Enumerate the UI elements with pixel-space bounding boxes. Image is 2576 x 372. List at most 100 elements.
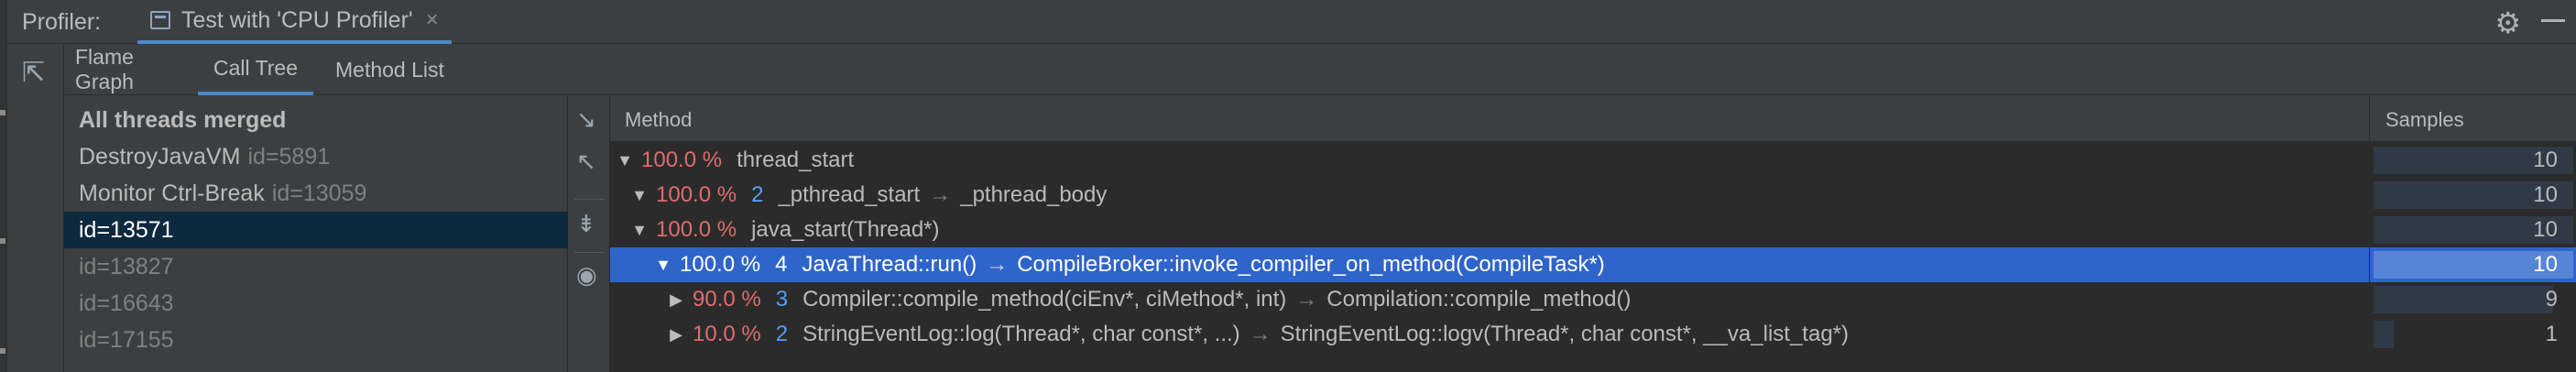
- minimize-icon[interactable]: [2541, 19, 2565, 22]
- arrow-right-icon: →: [986, 252, 1009, 277]
- thread-name: DestroyJavaVM: [79, 143, 241, 170]
- table-row[interactable]: ▼ 100.0 % java_start(Thread*) 10: [610, 213, 2576, 247]
- thread-list: All threads merged DestroyJavaVM id=5891…: [64, 96, 568, 372]
- profiler-session-tab[interactable]: Test with 'CPU Profiler' ×: [137, 0, 452, 44]
- samples-bar: [2374, 286, 2553, 313]
- tab-label: Test with 'CPU Profiler': [181, 6, 413, 33]
- thread-item-selected[interactable]: id=13571: [64, 212, 568, 248]
- tab-flame-graph[interactable]: Flame Graph: [75, 44, 185, 95]
- expand-toggle-icon[interactable]: ▶: [665, 325, 687, 345]
- thread-name: id=16643: [79, 290, 174, 316]
- column-divider[interactable]: [2369, 96, 2370, 142]
- collapse-all-icon[interactable]: ↖: [576, 148, 596, 176]
- call-count: 4: [775, 252, 788, 277]
- call-count: 3: [775, 287, 789, 312]
- merge-icon[interactable]: ⇟: [576, 210, 596, 238]
- method-cell: ▼ 100.0 % 4 JavaThread::run() → CompileB…: [610, 247, 2369, 282]
- export-icon[interactable]: ⇱: [22, 57, 45, 89]
- gear-icon[interactable]: ⚙: [2494, 5, 2521, 40]
- method-cell: ▼ 100.0 % thread_start: [610, 143, 2369, 178]
- tab-label: Call Tree: [213, 55, 299, 80]
- expand-toggle-icon[interactable]: ▼: [628, 221, 650, 240]
- expand-toggle-icon[interactable]: ▶: [665, 290, 687, 310]
- thread-name: id=13827: [79, 253, 174, 279]
- close-icon[interactable]: ×: [426, 7, 439, 33]
- tab-label: Method List: [335, 57, 444, 82]
- table-row[interactable]: ▼ 100.0 % 2 _pthread_start → _pthread_bo…: [610, 178, 2576, 213]
- percent: 100.0 %: [656, 217, 737, 242]
- tree-actions: ↘ ↖ ⇟ ◉: [569, 96, 610, 372]
- thread-item[interactable]: id=16643: [64, 285, 568, 322]
- callee-name: Compilation::compile_method(): [1326, 287, 1632, 312]
- tab-method-list[interactable]: Method List: [335, 44, 464, 95]
- window-icon: [150, 11, 170, 29]
- call-count: 2: [775, 322, 789, 346]
- call-count: 2: [751, 182, 764, 207]
- samples-value: 10: [2533, 217, 2558, 242]
- percent: 100.0 %: [656, 182, 737, 207]
- thread-item[interactable]: id=13827: [64, 248, 568, 285]
- table-row[interactable]: ▼ 100.0 % thread_start 10: [610, 143, 2576, 178]
- method-cell: ▼ 100.0 % java_start(Thread*): [610, 213, 2369, 247]
- samples-cell: 10: [2369, 178, 2576, 213]
- expand-toggle-icon[interactable]: ▼: [614, 151, 636, 170]
- thread-name: id=17155: [79, 326, 174, 353]
- samples-bar: [2374, 321, 2394, 348]
- method-name: java_start(Thread*): [751, 217, 940, 242]
- method-cell: ▶ 10.0 % 2 StringEventLog::log(Thread*, …: [610, 317, 2369, 352]
- arrow-right-icon: →: [929, 182, 952, 207]
- method-name: _pthread_start: [778, 182, 921, 207]
- profiler-tool-strip: ⇱: [7, 44, 64, 372]
- samples-value: 9: [2545, 287, 2558, 312]
- samples-value: 10: [2533, 252, 2558, 277]
- samples-value: 10: [2533, 182, 2558, 207]
- thread-name: Monitor Ctrl-Break: [79, 180, 265, 206]
- table-header: Method Samples: [610, 96, 2576, 142]
- callee-name: _pthread_body: [960, 182, 1108, 207]
- edge-marker: [0, 348, 5, 354]
- edge-marker: [0, 238, 5, 244]
- percent: 10.0 %: [693, 322, 761, 346]
- table-row[interactable]: ▶ 10.0 % 2 StringEventLog::log(Thread*, …: [610, 317, 2576, 352]
- expand-toggle-icon[interactable]: ▼: [628, 186, 650, 205]
- method-name: StringEventLog::log(Thread*, char const*…: [802, 322, 1240, 346]
- samples-cell: 10: [2369, 143, 2576, 178]
- left-edge-strip: [0, 0, 7, 372]
- arrow-right-icon: →: [1295, 287, 1318, 312]
- edge-marker: [0, 110, 5, 115]
- callee-name: CompileBroker::invoke_compiler_on_method…: [1017, 252, 1605, 277]
- column-header-samples[interactable]: Samples: [2385, 108, 2464, 132]
- method-name: thread_start: [737, 148, 855, 172]
- thread-name: id=13571: [79, 216, 174, 243]
- eye-icon[interactable]: ◉: [576, 261, 597, 290]
- thread-id: id=5891: [247, 143, 331, 170]
- tab-call-tree[interactable]: Call Tree: [198, 44, 313, 95]
- method-name: JavaThread::run(): [802, 252, 977, 277]
- callee-name: StringEventLog::logv(Thread*, char const…: [1280, 322, 1849, 346]
- percent: 100.0 %: [680, 252, 761, 277]
- thread-name: All threads merged: [79, 106, 287, 133]
- table-row-selected[interactable]: ▼ 100.0 % 4 JavaThread::run() → CompileB…: [610, 247, 2576, 282]
- divider: [574, 252, 604, 253]
- thread-item[interactable]: id=17155: [64, 322, 568, 358]
- thread-item[interactable]: Monitor Ctrl-Break id=13059: [64, 175, 568, 212]
- samples-value: 1: [2545, 322, 2558, 346]
- thread-item-all-merged[interactable]: All threads merged: [64, 102, 568, 138]
- profiler-title-bar: Profiler: Test with 'CPU Profiler' × ⚙: [7, 0, 2576, 44]
- call-tree-table: Method Samples ▼ 100.0 % thread_start 10…: [610, 96, 2576, 372]
- profiler-label: Profiler:: [22, 9, 102, 35]
- thread-id: id=13059: [271, 180, 367, 206]
- expand-all-icon[interactable]: ↘: [576, 105, 596, 134]
- thread-item[interactable]: DestroyJavaVM id=5891: [64, 138, 568, 175]
- tab-label: Flame Graph: [75, 45, 134, 93]
- samples-cell: 9: [2369, 282, 2576, 317]
- percent: 100.0 %: [641, 148, 723, 172]
- method-name: Compiler::compile_method(ciEnv*, ciMetho…: [802, 287, 1287, 312]
- table-row[interactable]: ▶ 90.0 % 3 Compiler::compile_method(ciEn…: [610, 282, 2576, 317]
- method-cell: ▶ 90.0 % 3 Compiler::compile_method(ciEn…: [610, 282, 2369, 317]
- expand-toggle-icon[interactable]: ▼: [652, 256, 674, 275]
- method-cell: ▼ 100.0 % 2 _pthread_start → _pthread_bo…: [610, 178, 2369, 213]
- samples-cell: 10: [2369, 247, 2576, 282]
- divider: [574, 199, 604, 200]
- column-header-method[interactable]: Method: [625, 108, 692, 132]
